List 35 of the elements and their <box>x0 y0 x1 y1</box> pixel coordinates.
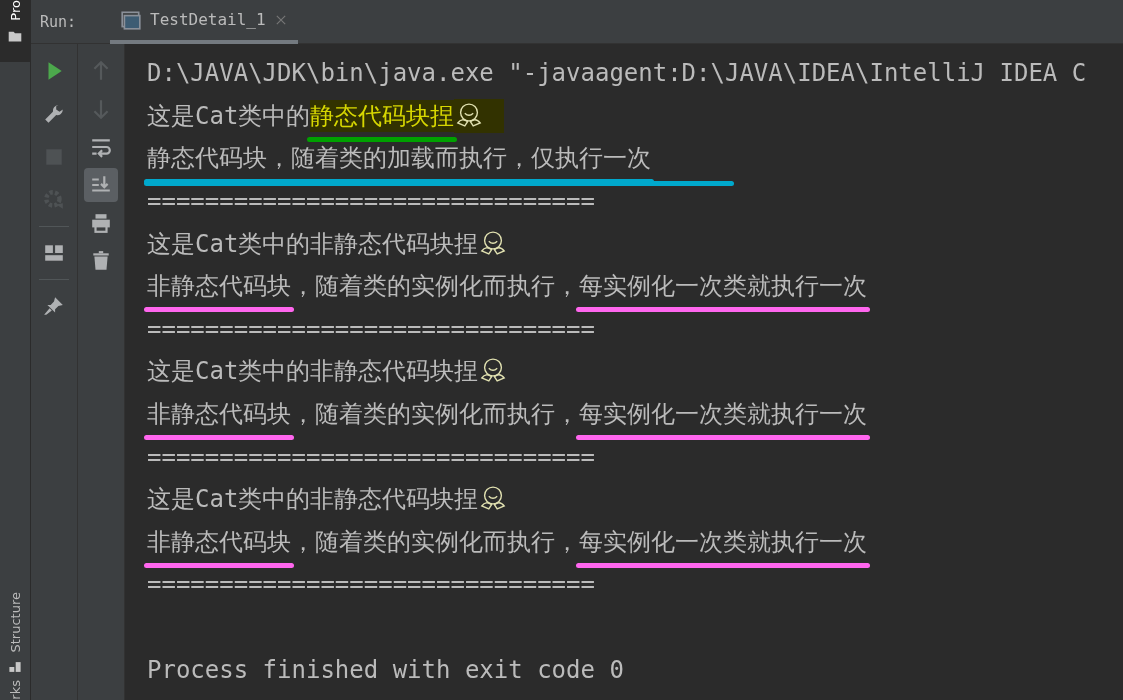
underlined-text: 静态代码块，随着类的加载而执行，仅执行一次 <box>147 143 651 175</box>
console-text: D:\JAVA\JDK\bin\java.exe "-javaagent:D:\JAVA\IDEA\IntelliJ IDEA C <box>147 59 1087 88</box>
wrap-icon[interactable] <box>90 136 112 158</box>
tool-window-tab[interactable]: Structure <box>7 591 23 675</box>
console-text: ，随着类的实例化而执行， <box>291 399 579 431</box>
console-text: 这是Cat类中的非静态代码块捏 <box>147 484 479 516</box>
underlined-text: 静态代码块捏 <box>310 99 455 132</box>
console-text: ，随着类的实例化而执行， <box>291 526 579 558</box>
run-tab[interactable]: TestDetail_1 <box>110 0 298 44</box>
underlined-text: 非静态代码块 <box>147 399 291 431</box>
underlined-text: 非静态代码块 <box>147 526 291 558</box>
console-text: =============================== <box>147 314 595 343</box>
wrench-icon[interactable] <box>43 103 65 125</box>
console-text: 这是Cat类中的非静态代码块捏 <box>147 228 479 260</box>
console-text: =============================== <box>147 187 595 216</box>
layout-icon[interactable] <box>43 242 65 264</box>
underlined-text: 非静态代码块 <box>147 271 291 303</box>
console-text: ，随着类的实例化而执行， <box>291 271 579 303</box>
printer-icon[interactable] <box>90 212 112 234</box>
structure-icon <box>8 660 22 675</box>
console-text: 这是Cat类中的非静态代码块捏 <box>147 356 479 388</box>
pin-icon[interactable] <box>43 295 65 317</box>
run-label: Run: <box>40 12 78 31</box>
underlined-text: 每实例化一次类就执行一次 <box>579 399 867 431</box>
tool-window-tab[interactable]: Pro <box>0 0 30 62</box>
tool-window-tab[interactable]: rks <box>7 680 23 700</box>
console-text: 这是Cat类中的 <box>147 100 311 132</box>
console-text: =============================== <box>147 570 595 599</box>
console-text: Process finished with exit code 0 <box>147 655 624 684</box>
console-text: =============================== <box>147 442 595 471</box>
trash-icon[interactable] <box>90 250 112 272</box>
underlined-text: 每实例化一次类就执行一次 <box>579 271 867 303</box>
console-icon <box>120 8 142 31</box>
underlined-text: 每实例化一次类就执行一次 <box>579 526 867 558</box>
toggle-button[interactable] <box>84 168 118 202</box>
